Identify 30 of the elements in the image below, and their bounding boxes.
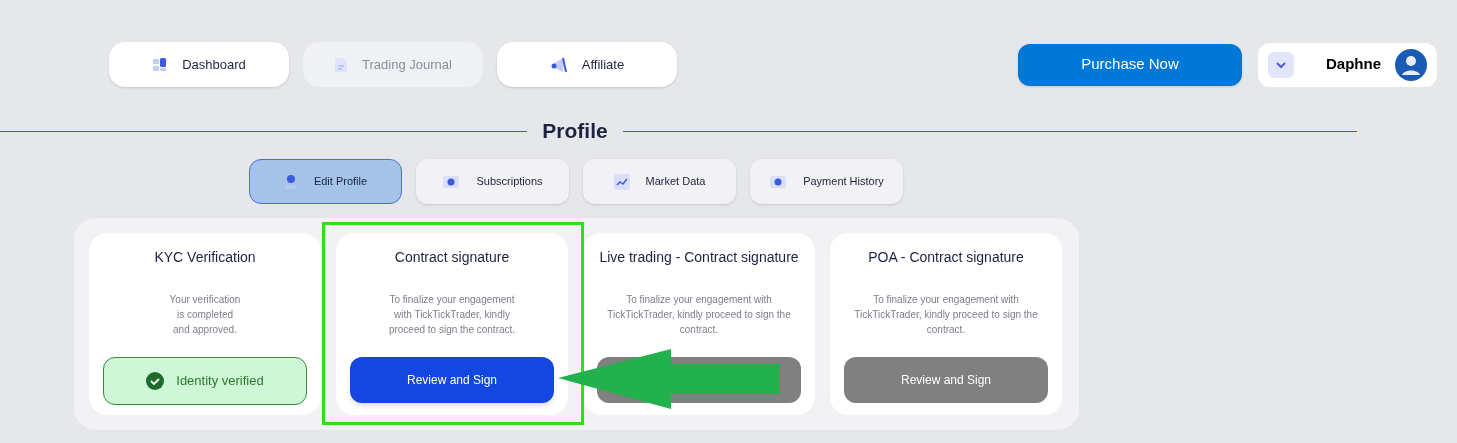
review-sign-button[interactable]: Review and Sign: [350, 357, 554, 403]
nav-button[interactable]: Affiliate: [497, 42, 677, 87]
person-icon: [283, 173, 298, 190]
card-description: To finalize your engagement with TickTickTrader, kindly proceed to sign the contract.: [854, 293, 1038, 337]
chart-icon: [613, 173, 630, 190]
nav-button[interactable]: Dashboard: [109, 42, 289, 87]
card-title: POA - Contract signature: [868, 248, 1024, 267]
profile-tab[interactable]: Payment History: [750, 159, 903, 204]
dashboard-icon: [152, 56, 169, 73]
avatar-icon: [1395, 48, 1427, 81]
profile-tab[interactable]: Subscriptions: [416, 159, 569, 204]
ticket-icon: [442, 174, 461, 189]
user-name: Daphne: [1326, 54, 1381, 75]
page-title: Profile: [541, 118, 609, 145]
card-description: To finalize your engagement with TickTickTrader, kindly proceed to sign the contract.: [388, 293, 516, 337]
document-icon: [334, 56, 349, 73]
user-menu[interactable]: Daphne: [1258, 42, 1437, 87]
check-icon: [146, 372, 165, 390]
ticket-icon: [769, 174, 788, 189]
status-label: Identity verified: [176, 372, 264, 391]
card-description: To finalize your engagement with TickTickTrader, kindly proceed to sign the contract.: [607, 293, 791, 337]
card-title: Live trading - Contract signature: [599, 248, 799, 267]
card-description: Your verification is completed and approved.: [169, 293, 241, 337]
profile-tab[interactable]: Market Data: [583, 159, 736, 204]
purchase-button[interactable]: Purchase Now: [1018, 43, 1242, 86]
megaphone-icon: [549, 56, 568, 73]
card-title: Contract signature: [394, 248, 510, 267]
chevron-down-icon[interactable]: [1268, 51, 1294, 78]
card-title: KYC Verification: [154, 248, 256, 267]
profile-tab[interactable]: Edit Profile: [249, 159, 402, 204]
